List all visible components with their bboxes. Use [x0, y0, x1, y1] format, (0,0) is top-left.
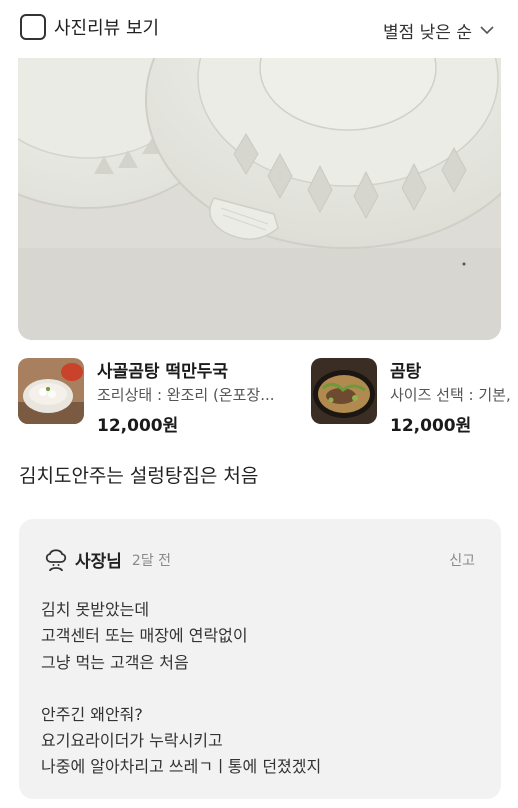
review-filter-bar: 사진리뷰 보기 별점 낮은 순	[0, 0, 518, 58]
chef-icon	[45, 548, 67, 571]
review-photo[interactable]	[18, 58, 501, 340]
product-item[interactable]: 곰탕 사이즈 선택 : 기본, 12,000원	[311, 358, 511, 437]
product-thumbnail	[311, 358, 377, 424]
review-text: 김치도안주는 설렁탕집은 처음	[19, 465, 259, 487]
checkbox-icon[interactable]	[20, 14, 46, 40]
product-item[interactable]: 사골곰탕 떡만두국 조리상태 : 완조리 (온포장... 12,000원	[18, 358, 275, 437]
reply-line	[41, 676, 321, 702]
product-name: 사골곰탕 떡만두국	[97, 362, 229, 382]
sort-label: 별점 낮은 순	[382, 23, 472, 43]
product-name: 곰탕	[390, 362, 422, 382]
reply-author: 사장님	[75, 552, 122, 572]
photo-review-label: 사진리뷰 보기	[54, 18, 160, 39]
reply-line: 고객센터 또는 매장에 연락없이	[41, 626, 248, 646]
photo-review-toggle[interactable]: 사진리뷰 보기	[20, 14, 159, 40]
product-price: 12,000원	[97, 416, 179, 436]
product-option: 조리상태 : 완조리 (온포장...	[97, 386, 275, 404]
sort-dropdown[interactable]: 별점 낮은 순	[383, 18, 494, 43]
product-price: 12,000원	[390, 416, 472, 436]
owner-reply: 사장님 2달 전 신고 김치 못받았는데 고객센터 또는 매장에 연락없이 그냥…	[19, 519, 501, 799]
reply-line: 안주긴 왜안줘?	[41, 704, 143, 724]
reply-body: 김치 못받았는데 고객센터 또는 매장에 연락없이 그냥 먹는 고객은 처음 안…	[41, 597, 321, 781]
reply-header: 사장님 2달 전	[45, 547, 171, 572]
photo-containers-illustration	[18, 58, 501, 340]
report-button[interactable]: 신고	[449, 550, 475, 570]
reply-time: 2달 전	[131, 552, 172, 569]
product-thumbnail	[18, 358, 84, 424]
reply-line: 나중에 알아차리고 쓰레ㄱㅣ통에 던졌겠지	[41, 757, 322, 777]
reply-line: 그냥 먹는 고객은 처음	[41, 652, 189, 672]
reply-line: 김치 못받았는데	[41, 600, 150, 619]
reply-line: 요기요라이더가 누락시키고	[41, 731, 223, 751]
product-option: 사이즈 선택 : 기본,	[390, 386, 511, 404]
chevron-down-icon	[480, 26, 494, 35]
ordered-products: 사골곰탕 떡만두국 조리상태 : 완조리 (온포장... 12,000원 곰탕 …	[18, 358, 518, 442]
